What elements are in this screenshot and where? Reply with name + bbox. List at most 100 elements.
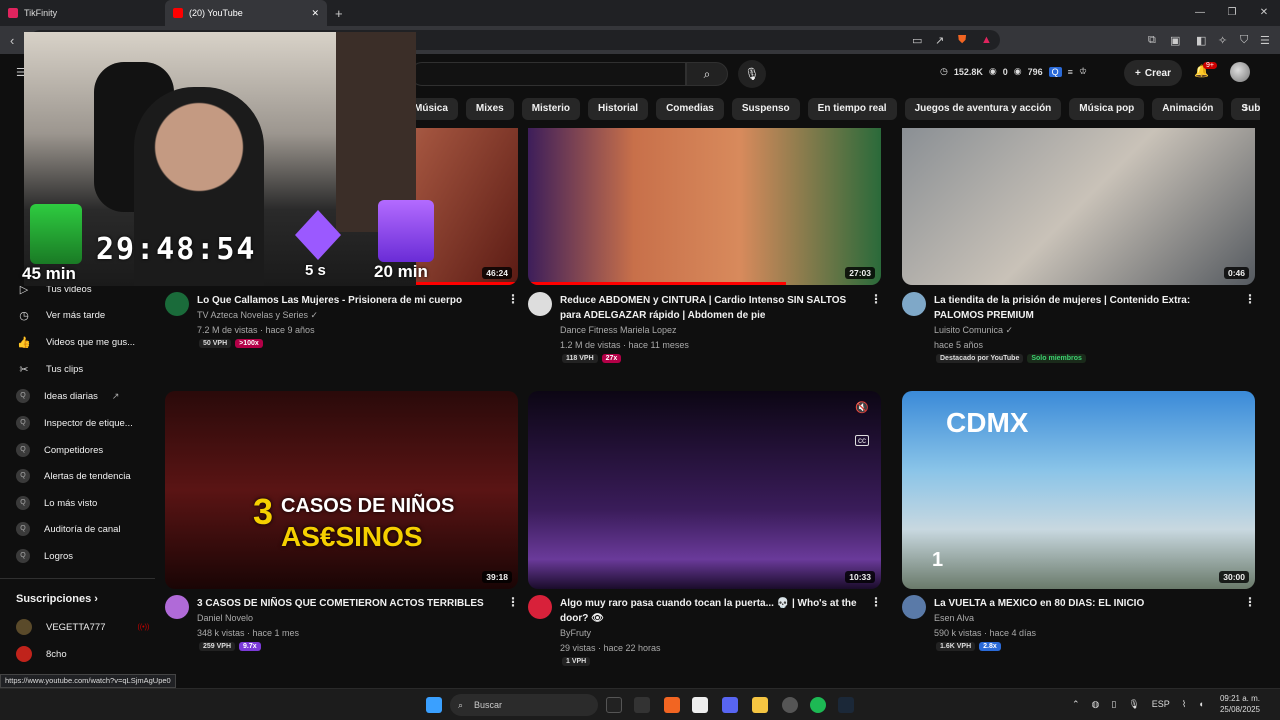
more-options-icon[interactable]: ⋮: [1244, 292, 1256, 306]
channel-name[interactable]: ByFruty: [560, 626, 591, 641]
close-window-button[interactable]: ✕: [1248, 0, 1280, 26]
sidebar-item-tag-inspector[interactable]: Q Inspector de etique...: [16, 416, 133, 430]
back-icon[interactable]: ‹: [10, 33, 14, 48]
spotify-icon[interactable]: [810, 697, 826, 713]
chip[interactable]: Juegos de aventura y acción: [904, 98, 1062, 120]
chip[interactable]: Comedias: [656, 98, 724, 120]
sidebar-item-trend-alerts[interactable]: Q Alertas de tendencia: [16, 469, 131, 483]
taskbar-search[interactable]: ⌕ Buscar: [450, 694, 598, 716]
channel-avatar[interactable]: [165, 292, 189, 316]
video-title[interactable]: Reduce ABDOMEN y CINTURA | Cardio Intens…: [560, 293, 860, 323]
folder-icon[interactable]: [752, 697, 768, 713]
channel-avatar[interactable]: [528, 292, 552, 316]
battery-icon[interactable]: ▯: [1111, 699, 1116, 710]
capcut-icon[interactable]: [692, 697, 708, 713]
chip[interactable]: Música pop: [1069, 98, 1145, 120]
video-thumbnail[interactable]: 10:33 🔇 cc: [528, 391, 881, 589]
minimize-button[interactable]: —: [1184, 0, 1216, 26]
sidebar-item-watch-later[interactable]: ◷ Ver más tarde: [16, 309, 105, 322]
trophy-icon[interactable]: ♔: [1079, 66, 1087, 77]
menu-icon[interactable]: ☰: [1260, 34, 1270, 47]
channel-avatar[interactable]: [902, 595, 926, 619]
discord-icon[interactable]: [722, 697, 738, 713]
sidebar-item-daily-ideas[interactable]: Q Ideas diarias ↗: [16, 389, 119, 403]
maximize-button[interactable]: ❐: [1216, 0, 1248, 26]
more-options-icon[interactable]: ⋮: [870, 292, 882, 306]
channel-name[interactable]: TV Azteca Novelas y Series ✓: [197, 308, 318, 323]
obs-icon[interactable]: [634, 697, 650, 713]
brave-rewards-icon[interactable]: ▲: [981, 34, 992, 46]
chip[interactable]: En tiempo real: [807, 98, 897, 120]
channel-name[interactable]: Daniel Novelo: [197, 611, 253, 626]
cast-icon[interactable]: ▭: [912, 34, 922, 47]
search-input[interactable]: [410, 62, 686, 86]
mic-icon[interactable]: 🎙: [1128, 699, 1139, 710]
video-title[interactable]: La tiendita de la prisión de mujeres | C…: [934, 293, 1234, 323]
voice-search-button[interactable]: 🎙: [738, 60, 766, 88]
sidebar-item-achievements[interactable]: Q Logros: [16, 549, 73, 563]
chip[interactable]: Misterio: [521, 98, 581, 120]
video-thumbnail[interactable]: 27:03: [528, 128, 881, 285]
windows-start-icon[interactable]: [426, 697, 442, 713]
channel-name[interactable]: Esen Alva: [934, 611, 974, 626]
wifi-icon[interactable]: ⌇: [1182, 699, 1186, 710]
volume-icon[interactable]: ◖: [1198, 699, 1203, 710]
vidiq-icon[interactable]: Q: [1048, 66, 1062, 77]
more-options-icon[interactable]: ⋮: [870, 595, 882, 609]
tab-tikfinity[interactable]: TikFinity: [0, 0, 165, 26]
create-button[interactable]: + Crear: [1124, 60, 1182, 86]
chip[interactable]: Animación: [1152, 98, 1224, 120]
brave-shield-icon[interactable]: ⛊: [958, 34, 966, 47]
channel-avatar[interactable]: [528, 595, 552, 619]
mute-icon[interactable]: 🔇: [855, 401, 869, 414]
subscription-item[interactable]: VEGETTA777 ((•)): [16, 619, 149, 635]
video-title[interactable]: 3 CASOS DE NIÑOS QUE COMETIERON ACTOS TE…: [197, 596, 497, 611]
share-icon[interactable]: ↗: [935, 34, 944, 47]
chip[interactable]: Suspenso: [731, 98, 800, 120]
close-tab-icon[interactable]: ✕: [311, 8, 319, 19]
captions-icon[interactable]: cc: [855, 435, 869, 446]
more-options-icon[interactable]: ⋮: [507, 595, 519, 609]
extensions-icon[interactable]: ⧉: [1148, 34, 1156, 47]
more-options-icon[interactable]: ⋮: [507, 292, 519, 306]
channel-avatar[interactable]: [165, 595, 189, 619]
chip[interactable]: Mixes: [465, 98, 514, 120]
sidebar-item-competitors[interactable]: Q Competidores: [16, 443, 103, 457]
channel-name[interactable]: Dance Fitness Mariela Lopez: [560, 323, 677, 338]
sidebar-item-most-viewed[interactable]: Q Lo más visto: [16, 496, 97, 510]
video-title[interactable]: La VUELTA a MEXICO en 80 DIAS: EL INICIO: [934, 596, 1234, 611]
sidebar-item-clips[interactable]: ✂ Tus clips: [16, 363, 83, 376]
video-thumbnail[interactable]: 30:00 CDMX 1: [902, 391, 1255, 589]
new-tab-button[interactable]: +: [335, 6, 343, 21]
channel-name[interactable]: Luisito Comunica ✓: [934, 323, 1013, 338]
chip[interactable]: Historial: [588, 98, 649, 120]
chevron-up-icon[interactable]: ⌃: [1072, 699, 1080, 710]
vidiq-stats[interactable]: ◷ 152.8K ◉ 0 ◉ 796 Q ≡ ♔: [940, 66, 1087, 77]
more-options-icon[interactable]: ⋮: [1244, 595, 1256, 609]
app-icon[interactable]: [606, 697, 622, 713]
subscription-item[interactable]: 8cho: [16, 646, 67, 662]
channel-avatar[interactable]: [902, 292, 926, 316]
subscriptions-heading[interactable]: Suscripciones ›: [16, 593, 98, 605]
account-avatar[interactable]: [1230, 62, 1250, 82]
sidebar-toggle-icon[interactable]: ▣: [1170, 34, 1180, 47]
leo-icon[interactable]: ◧: [1196, 34, 1206, 47]
video-thumbnail[interactable]: 0:46: [902, 128, 1255, 285]
sidebar-item-liked[interactable]: 👍 Videos que me gus...: [16, 336, 135, 349]
steam-icon[interactable]: [838, 697, 854, 713]
search-button[interactable]: ⌕: [686, 62, 728, 86]
language-indicator[interactable]: ESP: [1152, 699, 1170, 710]
brave-icon[interactable]: [664, 697, 680, 713]
network-icon[interactable]: ◍: [1092, 699, 1100, 710]
video-thumbnail[interactable]: 39:18 3 CASOS DE NIÑOS AS€SINOS: [165, 391, 518, 589]
ai-icon[interactable]: ✧: [1218, 34, 1227, 47]
video-title[interactable]: Lo Que Callamos Las Mujeres - Prisionera…: [197, 293, 497, 308]
vpn-icon[interactable]: ⛉: [1240, 34, 1248, 47]
sidebar-item-channel-audit[interactable]: Q Auditoría de canal: [16, 522, 121, 536]
list-icon[interactable]: ≡: [1068, 67, 1073, 77]
chevron-right-icon[interactable]: ›: [1244, 100, 1248, 114]
app-icon[interactable]: [782, 697, 798, 713]
tab-youtube[interactable]: (20) YouTube ✕: [165, 0, 327, 26]
video-title[interactable]: Algo muy raro pasa cuando tocan la puert…: [560, 596, 860, 626]
clock[interactable]: 09:21 a. m. 25/08/2025: [1220, 693, 1260, 715]
